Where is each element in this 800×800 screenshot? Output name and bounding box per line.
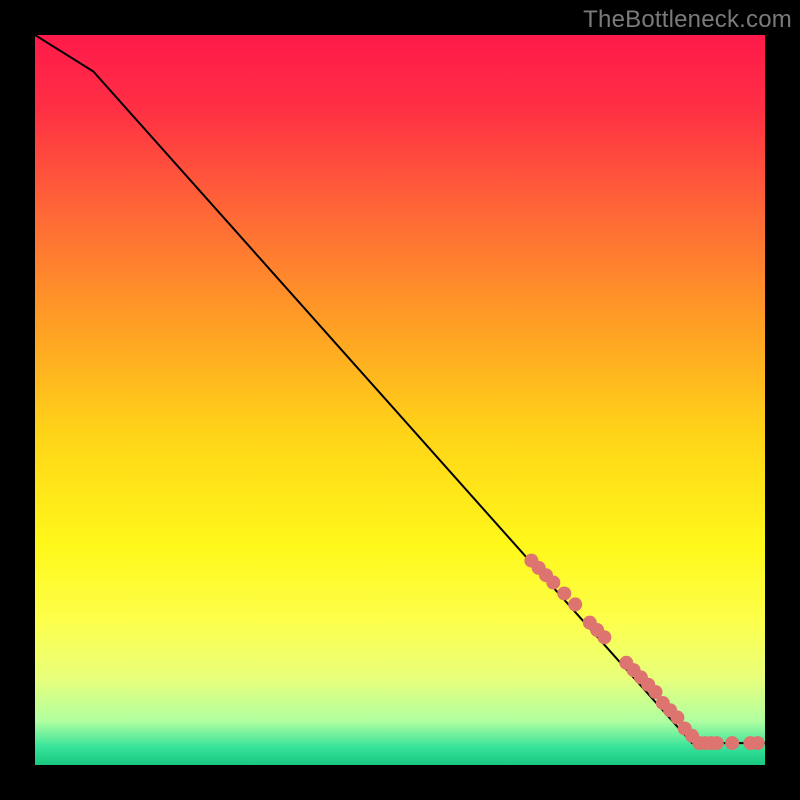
bottleneck-chart — [35, 35, 765, 765]
data-point — [546, 576, 560, 590]
data-point — [725, 736, 739, 750]
data-point — [568, 597, 582, 611]
data-point — [710, 736, 724, 750]
plot-background — [35, 35, 765, 765]
data-point — [751, 736, 765, 750]
chart-frame: TheBottleneck.com — [0, 0, 800, 800]
data-point — [597, 630, 611, 644]
watermark-text: TheBottleneck.com — [583, 6, 792, 34]
data-point — [557, 586, 571, 600]
